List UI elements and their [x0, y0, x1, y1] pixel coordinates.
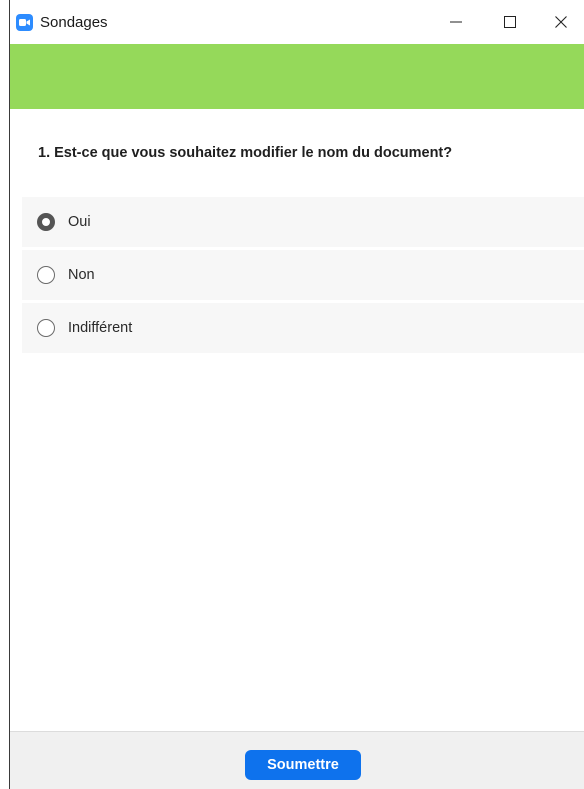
window-title: Sondages	[40, 13, 108, 31]
window-border	[9, 0, 10, 789]
minimize-icon	[450, 21, 462, 23]
poll-option-indifferent[interactable]: Indifférent	[22, 303, 584, 353]
poll-question: 1. Est-ce que vous souhaitez modifier le…	[38, 145, 453, 161]
header-banner	[10, 44, 584, 109]
minimize-button[interactable]	[433, 0, 479, 44]
radio-selected-icon[interactable]	[37, 213, 55, 231]
option-label: Non	[68, 267, 95, 283]
radio-unselected-icon[interactable]	[37, 319, 55, 337]
option-label: Oui	[68, 214, 91, 230]
maximize-icon	[504, 16, 516, 28]
title-bar[interactable]: Sondages	[10, 0, 584, 44]
maximize-button[interactable]	[487, 0, 533, 44]
poll-option-non[interactable]: Non	[22, 250, 584, 300]
option-label: Indifférent	[68, 320, 133, 336]
polls-window: Sondages 1. Est-ce que vous souhaitez mo…	[0, 0, 584, 789]
poll-option-oui[interactable]: Oui	[22, 197, 584, 247]
close-icon	[555, 16, 567, 28]
close-button[interactable]	[538, 0, 584, 44]
zoom-camera-icon	[16, 13, 33, 31]
submit-button[interactable]: Soumettre	[245, 750, 361, 780]
radio-unselected-icon[interactable]	[37, 266, 55, 284]
